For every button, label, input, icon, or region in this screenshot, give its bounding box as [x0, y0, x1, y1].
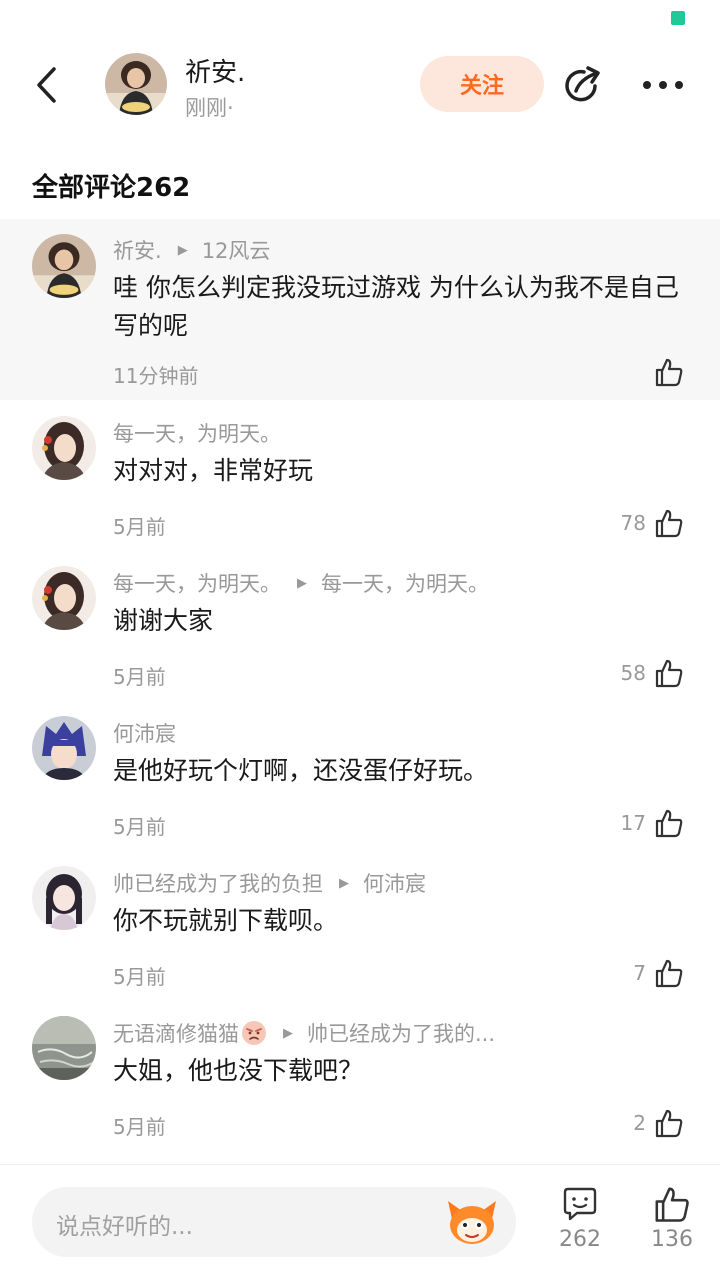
comment-time: 5月前 — [113, 665, 166, 689]
share-button[interactable] — [560, 62, 606, 108]
reply-to-name[interactable]: 帅已经成为了我的... — [307, 1018, 495, 1048]
comment-count: 262 — [559, 1227, 601, 1252]
share-icon — [565, 66, 600, 102]
comment-text: 是他好玩个灯啊，还没蛋仔好玩。 — [113, 756, 489, 785]
commenter-avatar[interactable] — [32, 234, 96, 298]
comment-text: 大姐，他也没下载吧？ — [113, 1056, 364, 1085]
comments-button[interactable]: 262 — [547, 1185, 613, 1252]
commenter-avatar[interactable] — [32, 566, 96, 630]
comment-item[interactable]: 帅已经成为了我的负担 ▶ 何沛宸 你不玩就别下载呗。 5月前 7 — [0, 850, 720, 1000]
like-count: 2 — [633, 1111, 646, 1135]
comment-time: 5月前 — [113, 965, 166, 989]
thumbs-up-icon — [655, 1187, 689, 1222]
post-header: 祈安. 刚刚· 关注 — [0, 40, 720, 130]
reply-arrow-icon: ▶ — [177, 242, 188, 258]
author-avatar[interactable] — [105, 53, 167, 115]
comment-item[interactable]: 何沛宸 是他好玩个灯啊，还没蛋仔好玩。 5月前 17 — [0, 700, 720, 850]
comment-input-placeholder: 说点好听的... — [56, 1214, 193, 1240]
like-button[interactable]: 7 — [633, 958, 684, 988]
like-count: 17 — [620, 811, 646, 835]
commenter-name[interactable]: 每一天，为明天。 — [113, 418, 281, 448]
comment-text: 对对对，非常好玩 — [113, 456, 314, 485]
status-indicator — [671, 11, 685, 25]
angry-face-emoji-icon — [242, 1021, 266, 1045]
thumbs-up-icon — [655, 1109, 683, 1138]
comment-item[interactable]: 每一天，为明天。 对对对，非常好玩 5月前 78 — [0, 400, 720, 550]
comment-time: 5月前 — [113, 815, 166, 839]
bottom-divider — [0, 1164, 720, 1165]
like-button[interactable]: 2 — [633, 1108, 684, 1138]
comment-item[interactable]: 祈安. ▶ 12风云 哇 你怎么判定我没玩过游戏 为什么认为我不是自己写的呢 1… — [0, 219, 720, 400]
thumbs-up-icon — [655, 809, 683, 838]
chevron-left-icon — [37, 67, 56, 103]
commenter-name[interactable]: 祈安. — [113, 235, 162, 265]
reply-to-name[interactable]: 每一天，为明天。 — [321, 568, 489, 598]
comment-item[interactable]: 无语滴修猫猫 ▶ 帅已经成为了我的... 大姐，他也没下载吧？ 5月前 2 — [0, 1000, 720, 1150]
back-button[interactable] — [24, 62, 70, 108]
comment-text: 谢谢大家 — [113, 606, 214, 635]
commenter-avatar[interactable] — [32, 716, 96, 780]
comment-item[interactable]: 每一天，为明天。 ▶ 每一天，为明天。 谢谢大家 5月前 58 — [0, 550, 720, 700]
post-like-count: 136 — [651, 1227, 693, 1252]
thumbs-up-icon — [655, 959, 683, 988]
mascot-emoji-icon[interactable] — [444, 1197, 500, 1247]
like-count: 58 — [620, 661, 646, 685]
comment-time: 11分钟前 — [113, 364, 199, 388]
commenter-avatar[interactable] — [32, 866, 96, 930]
more-dots-icon — [643, 81, 683, 89]
comment-bubble-icon — [563, 1187, 597, 1221]
commenter-name[interactable]: 每一天，为明天。 — [113, 568, 281, 598]
thumbs-up-icon — [655, 358, 683, 387]
more-button[interactable] — [640, 62, 686, 108]
thumbs-up-icon — [655, 659, 683, 688]
post-like-button[interactable]: 136 — [639, 1185, 705, 1252]
comments-section-title: 全部评论262 — [32, 173, 191, 203]
reply-to-name[interactable]: 12风云 — [202, 235, 271, 265]
like-button[interactable]: 58 — [621, 658, 684, 688]
like-count: 78 — [620, 511, 646, 535]
post-time: 刚刚· — [185, 96, 234, 120]
commenter-name[interactable]: 何沛宸 — [113, 718, 176, 748]
comment-text: 你不玩就别下载呗。 — [113, 906, 339, 935]
thumbs-up-icon — [655, 509, 683, 538]
comment-time: 5月前 — [113, 1115, 166, 1139]
like-button[interactable] — [646, 357, 684, 387]
commenter-avatar[interactable] — [32, 416, 96, 480]
comment-input[interactable]: 说点好听的... — [32, 1187, 516, 1257]
comment-time: 5月前 — [113, 515, 166, 539]
comment-text: 哇 你怎么判定我没玩过游戏 为什么认为我不是自己写的呢 — [113, 273, 679, 340]
reply-arrow-icon: ▶ — [283, 1025, 293, 1041]
reply-to-name[interactable]: 何沛宸 — [363, 868, 426, 898]
commenter-name[interactable]: 帅已经成为了我的负担 — [113, 868, 323, 898]
follow-button[interactable]: 关注 — [420, 56, 544, 112]
reply-arrow-icon: ▶ — [339, 875, 349, 891]
commenter-avatar[interactable] — [32, 1016, 96, 1080]
commenter-name[interactable]: 无语滴修猫猫 — [113, 1018, 239, 1048]
reply-arrow-icon: ▶ — [297, 575, 307, 591]
author-name[interactable]: 祈安. — [185, 52, 245, 89]
like-button[interactable]: 17 — [621, 808, 684, 838]
like-count: 7 — [633, 961, 646, 985]
like-button[interactable]: 78 — [621, 508, 684, 538]
